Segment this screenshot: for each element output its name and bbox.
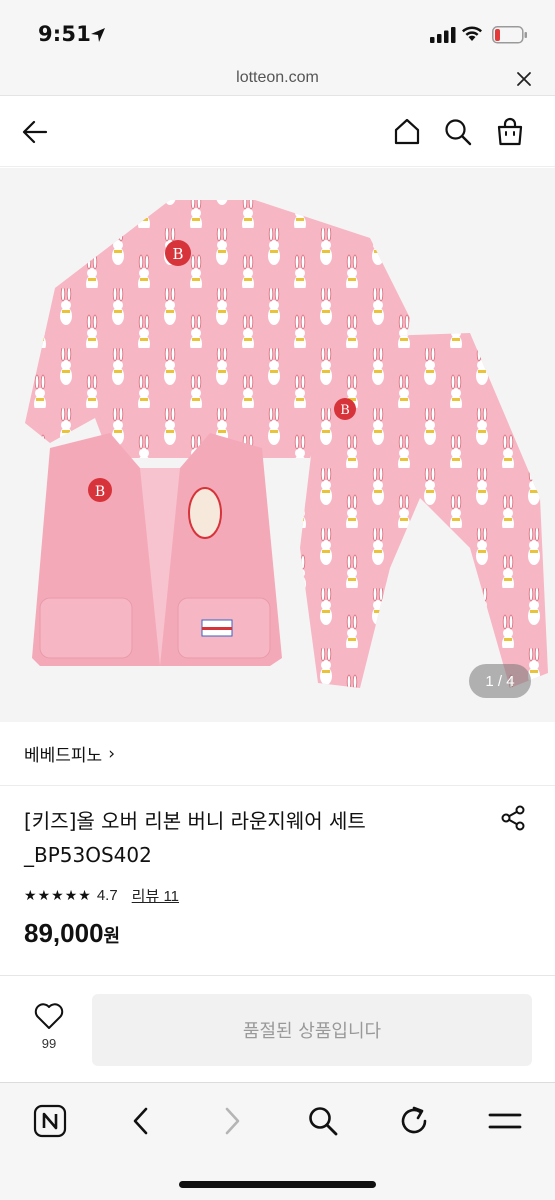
rating-row: ★ ★ ★ ★ ★ 4.7 리뷰 11	[24, 882, 179, 908]
review-link[interactable]: 리뷰 11	[132, 885, 179, 906]
battery-icon	[492, 26, 527, 44]
star-icon: ★	[24, 887, 37, 903]
star-icon: ★	[78, 887, 91, 903]
like-count: 99	[41, 1036, 57, 1051]
url-bar[interactable]: lotteon.com	[0, 64, 555, 96]
heart-icon[interactable]	[34, 1002, 64, 1030]
svg-text:B: B	[95, 484, 105, 500]
image-counter: 1 / 4	[469, 664, 531, 698]
search-icon[interactable]	[307, 1105, 339, 1137]
search-icon[interactable]	[443, 117, 473, 147]
home-button[interactable]	[390, 115, 424, 149]
status-bar: 9:51	[0, 0, 555, 64]
cellular-signal-icon	[430, 27, 456, 43]
back-button[interactable]	[18, 115, 52, 149]
search-button[interactable]	[441, 115, 475, 149]
hamburger-menu-icon[interactable]	[488, 1109, 522, 1133]
reload-icon[interactable]	[398, 1105, 430, 1137]
star-icon: ★	[51, 887, 64, 903]
brand-name[interactable]: 베베드피노	[24, 741, 102, 766]
home-indicator[interactable]	[179, 1181, 376, 1188]
browser-search-button[interactable]	[303, 1101, 343, 1141]
naver-n-icon[interactable]	[33, 1104, 67, 1138]
wifi-icon	[462, 26, 482, 41]
status-time: 9:51	[38, 22, 92, 46]
chevron-right-icon[interactable]	[220, 1106, 244, 1136]
rating-value: 4.7	[96, 886, 118, 904]
like-button[interactable]: 99	[26, 1002, 72, 1058]
soldout-button[interactable]: 품절된 상품입니다	[92, 994, 532, 1066]
reload-button[interactable]	[394, 1101, 434, 1141]
chevron-right-icon: ›	[108, 743, 116, 764]
price-currency: 원	[103, 926, 121, 946]
svg-text:B: B	[340, 403, 350, 418]
shopping-bag-icon[interactable]	[495, 117, 525, 147]
cart-button[interactable]	[493, 115, 527, 149]
price-value: 89,000	[24, 918, 104, 948]
close-icon[interactable]	[515, 70, 533, 88]
app-header	[0, 97, 555, 167]
purchase-bar: 99 품절된 상품입니다	[0, 975, 555, 1081]
browser-back-button[interactable]	[121, 1101, 161, 1141]
menu-button[interactable]	[485, 1101, 525, 1141]
product-illustration: B B B	[0, 168, 555, 722]
home-icon[interactable]	[392, 117, 422, 147]
share-icon[interactable]	[499, 804, 527, 832]
brand-link[interactable]: 베베드피노 ›	[0, 722, 555, 786]
url-domain[interactable]: lotteon.com	[0, 69, 555, 87]
naver-button[interactable]	[30, 1101, 70, 1141]
star-icon: ★	[37, 887, 51, 903]
price: 89,000원	[24, 918, 120, 949]
browser-toolbar	[0, 1082, 555, 1200]
location-arrow-icon	[91, 28, 105, 42]
product-title: [키즈]올 오버 리본 버니 라운지웨어 세트 _BP53OS402	[24, 809, 366, 867]
rating-stars: ★ ★ ★ ★ ★	[24, 888, 91, 902]
browser-forward-button[interactable]	[212, 1101, 252, 1141]
star-icon: ★	[64, 887, 78, 903]
back-arrow-icon[interactable]	[20, 117, 50, 147]
svg-text:B: B	[172, 245, 183, 263]
chevron-left-icon[interactable]	[129, 1106, 153, 1136]
product-image[interactable]: B B B	[0, 168, 555, 722]
